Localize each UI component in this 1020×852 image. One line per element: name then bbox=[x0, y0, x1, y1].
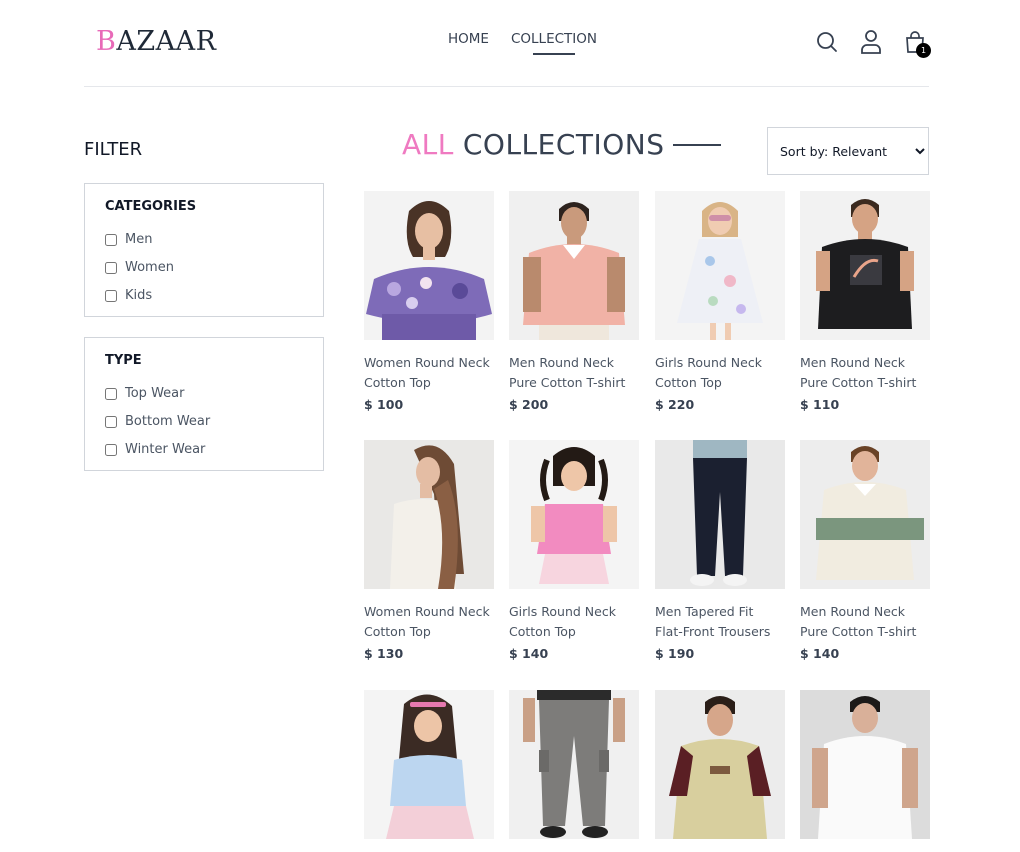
product-price: $ 100 bbox=[364, 397, 404, 412]
product-price: $ 220 bbox=[655, 397, 695, 412]
filter-checkbox-women[interactable] bbox=[105, 261, 117, 274]
product-card[interactable]: Men Round Neck Pure Cotton T-shirt $ 110 bbox=[800, 191, 930, 412]
product-image[interactable] bbox=[655, 690, 785, 839]
product-price: $ 130 bbox=[364, 646, 404, 661]
product-name[interactable]: Women Round Neck Cotton Top bbox=[364, 602, 494, 642]
filter-option-bottom-wear[interactable]: Bottom Wear bbox=[105, 414, 210, 429]
product-card[interactable]: Women Round Neck Cotton Top $ 100 bbox=[364, 191, 494, 412]
filter-option-label: Bottom Wear bbox=[125, 414, 211, 429]
filter-title[interactable]: FILTER bbox=[84, 139, 142, 160]
title-underline-decoration bbox=[672, 143, 721, 146]
product-card[interactable]: Girls Round Neck Cotton Top $ 220 bbox=[655, 191, 785, 412]
product-image[interactable] bbox=[655, 191, 785, 340]
product-card[interactable]: Men Round Neck Pure Cotton T-shirt $ 140 bbox=[800, 440, 930, 661]
product-card[interactable]: Men Tapered Fit Flat-Front Trousers $ 19… bbox=[655, 440, 785, 661]
type-heading: TYPE bbox=[105, 353, 142, 368]
product-image[interactable] bbox=[655, 440, 785, 589]
filter-option-label: Men bbox=[125, 232, 153, 247]
product-card[interactable]: Women Round Neck Cotton Top $ 130 bbox=[364, 440, 494, 661]
product-card[interactable] bbox=[655, 690, 785, 852]
type-filter: TYPE Top Wear Bottom Wear Winter Wear bbox=[84, 337, 324, 471]
filter-option-label: Top Wear bbox=[125, 386, 185, 401]
categories-heading: CATEGORIES bbox=[105, 199, 197, 214]
product-card[interactable]: Girls Round Neck Cotton Top $ 140 bbox=[509, 440, 639, 661]
nav-home[interactable]: HOME bbox=[448, 31, 489, 47]
product-name[interactable]: Men Round Neck Pure Cotton T-shirt bbox=[800, 602, 930, 642]
filter-option-women[interactable]: Women bbox=[105, 260, 174, 275]
product-image[interactable] bbox=[800, 191, 930, 340]
product-name[interactable]: Men Tapered Fit Flat-Front Trousers bbox=[655, 602, 785, 642]
collection-title-rest: COLLECTIONS bbox=[462, 128, 665, 161]
product-image[interactable] bbox=[800, 690, 930, 839]
filter-checkbox-bottom-wear[interactable] bbox=[105, 415, 117, 428]
main-nav: HOME COLLECTION bbox=[448, 31, 597, 55]
filter-checkbox-kids[interactable] bbox=[105, 289, 117, 302]
collection-title: ALL COLLECTIONS bbox=[402, 128, 721, 161]
filter-option-label: Kids bbox=[125, 288, 153, 303]
product-price: $ 140 bbox=[800, 646, 840, 661]
brand-logo-rest: AZAAR bbox=[116, 26, 217, 57]
search-icon[interactable] bbox=[813, 28, 841, 56]
filter-option-winter-wear[interactable]: Winter Wear bbox=[105, 442, 205, 457]
filter-option-men[interactable]: Men bbox=[105, 232, 152, 247]
site-header: BAZAAR HOME COLLECTION 1 bbox=[84, 0, 931, 87]
product-price: $ 110 bbox=[800, 397, 840, 412]
product-name[interactable]: Men Round Neck Pure Cotton T-shirt bbox=[509, 353, 639, 393]
product-card[interactable] bbox=[800, 690, 930, 852]
collection-title-accent: ALL bbox=[402, 128, 454, 161]
product-image[interactable] bbox=[364, 690, 494, 839]
categories-filter: CATEGORIES Men Women Kids bbox=[84, 183, 324, 317]
filter-checkbox-men[interactable] bbox=[105, 233, 117, 246]
brand-logo-initial: B bbox=[96, 26, 117, 57]
filter-option-label: Winter Wear bbox=[125, 442, 206, 457]
product-name[interactable]: Men Round Neck Pure Cotton T-shirt bbox=[800, 353, 930, 393]
profile-icon[interactable] bbox=[857, 28, 885, 56]
product-image[interactable] bbox=[364, 191, 494, 340]
filter-option-label: Women bbox=[125, 260, 174, 275]
product-name[interactable]: Girls Round Neck Cotton Top bbox=[509, 602, 639, 642]
filter-checkbox-top-wear[interactable] bbox=[105, 387, 117, 400]
sort-select[interactable]: Sort by: Relevant bbox=[767, 127, 929, 175]
nav-collection[interactable]: COLLECTION bbox=[511, 31, 597, 55]
filter-option-top-wear[interactable]: Top Wear bbox=[105, 386, 184, 401]
cart-count-badge: 1 bbox=[916, 43, 931, 58]
filter-checkbox-winter-wear[interactable] bbox=[105, 443, 117, 456]
filter-option-kids[interactable]: Kids bbox=[105, 288, 152, 303]
product-name[interactable]: Women Round Neck Cotton Top bbox=[364, 353, 494, 393]
product-name[interactable]: Girls Round Neck Cotton Top bbox=[655, 353, 785, 393]
product-price: $ 200 bbox=[509, 397, 549, 412]
product-card[interactable]: Men Round Neck Pure Cotton T-shirt $ 200 bbox=[509, 191, 639, 412]
product-image[interactable] bbox=[509, 690, 639, 839]
product-image[interactable] bbox=[509, 440, 639, 589]
product-image[interactable] bbox=[800, 440, 930, 589]
product-price: $ 190 bbox=[655, 646, 695, 661]
product-image[interactable] bbox=[509, 191, 639, 340]
product-price: $ 140 bbox=[509, 646, 549, 661]
product-card[interactable] bbox=[509, 690, 639, 852]
product-image[interactable] bbox=[364, 440, 494, 589]
brand-logo[interactable]: BAZAAR bbox=[96, 26, 216, 57]
header-icons: 1 bbox=[813, 28, 931, 58]
product-card[interactable] bbox=[364, 690, 494, 852]
cart-icon[interactable]: 1 bbox=[901, 28, 931, 58]
